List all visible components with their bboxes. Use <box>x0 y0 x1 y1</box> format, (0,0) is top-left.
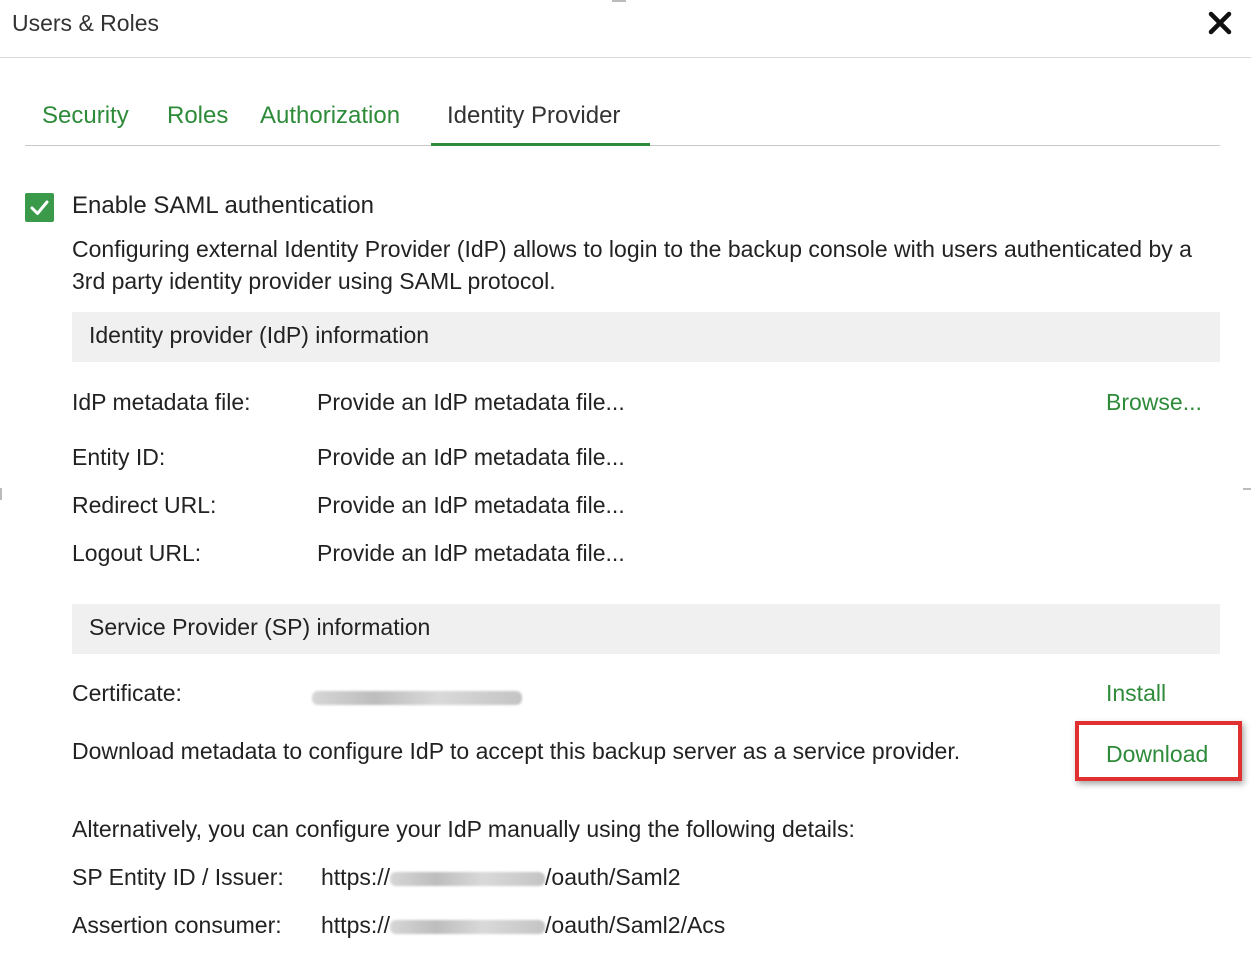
download-description: Download metadata to configure IdP to ac… <box>72 738 961 764</box>
certificate-value-redacted <box>312 683 522 710</box>
sp-entity-issuer-value: https:// /oauth/Saml2 <box>321 864 681 891</box>
assertion-consumer-label: Assertion consumer: <box>72 912 282 938</box>
assertion-consumer-suffix: /oauth/Saml2/Acs <box>545 912 726 938</box>
users-roles-dialog: Users & Roles Security Roles Authorizati… <box>0 0 1251 979</box>
sp-section-title: Service Provider (SP) information <box>89 614 431 640</box>
sp-section-header: Service Provider (SP) information <box>72 604 1220 654</box>
install-link[interactable]: Install <box>1106 680 1166 707</box>
logout-url-value: Provide an IdP metadata file... <box>317 540 625 566</box>
certificate-label: Certificate: <box>72 680 182 706</box>
tab-bar: Security Roles Authorization Identity Pr… <box>25 96 1220 146</box>
idp-metadata-file-value: Provide an IdP metadata file... <box>317 389 625 415</box>
idp-section-title: Identity provider (IdP) information <box>89 322 430 348</box>
checkmark-icon <box>30 200 49 215</box>
idp-metadata-file-label: IdP metadata file: <box>72 389 251 415</box>
tab-roles[interactable]: Roles <box>167 102 228 146</box>
redirect-url-label: Redirect URL: <box>72 492 217 518</box>
redirect-url-value: Provide an IdP metadata file... <box>317 492 625 518</box>
resize-handle-left[interactable] <box>0 488 2 500</box>
entity-id-value: Provide an IdP metadata file... <box>317 444 625 470</box>
enable-saml-label: Enable SAML authentication <box>72 192 374 219</box>
dialog-title: Users & Roles <box>12 10 159 36</box>
sp-entity-issuer-suffix: /oauth/Saml2 <box>545 864 681 890</box>
logout-url-label: Logout URL: <box>72 540 202 566</box>
dialog-titlebar: Users & Roles <box>0 0 1251 58</box>
close-button[interactable] <box>1203 6 1237 40</box>
redacted-host <box>390 919 546 934</box>
resize-handle-right[interactable] <box>1243 488 1251 490</box>
saml-description: Configuring external Identity Provider (… <box>72 236 1192 294</box>
assertion-consumer-value: https:// /oauth/Saml2/Acs <box>321 912 725 939</box>
sp-entity-issuer-prefix: https:// <box>321 864 391 890</box>
assertion-consumer-prefix: https:// <box>321 912 391 938</box>
enable-saml-checkbox[interactable] <box>25 193 54 222</box>
close-icon <box>1208 11 1232 35</box>
tab-identity-provider[interactable]: Identity Provider <box>431 102 650 146</box>
download-highlight-box <box>1075 721 1242 781</box>
entity-id-label: Entity ID: <box>72 444 166 470</box>
resize-handle-top[interactable] <box>612 0 626 2</box>
sp-entity-issuer-label: SP Entity ID / Issuer: <box>72 864 284 890</box>
tab-authorization[interactable]: Authorization <box>260 102 400 146</box>
redacted-host <box>390 871 546 886</box>
browse-link[interactable]: Browse... <box>1106 389 1202 416</box>
idp-section-header: Identity provider (IdP) information <box>72 312 1220 362</box>
tab-security[interactable]: Security <box>42 102 129 146</box>
alternative-text: Alternatively, you can configure your Id… <box>72 816 855 842</box>
